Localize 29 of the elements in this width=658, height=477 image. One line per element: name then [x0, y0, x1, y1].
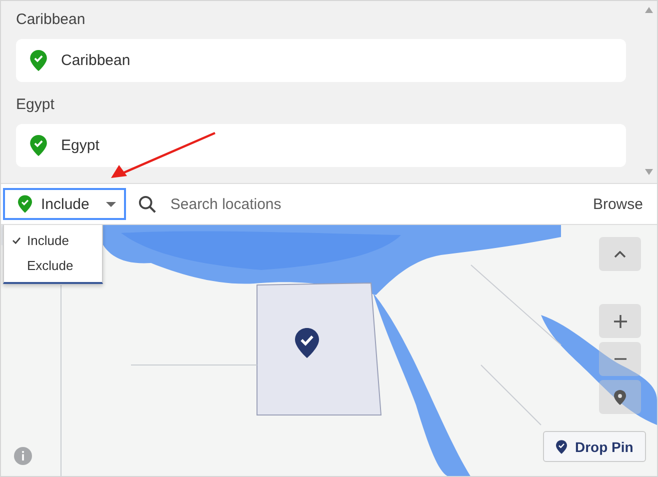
location-pin-icon [30, 50, 47, 71]
menu-item[interactable]: Exclude [4, 253, 102, 278]
browse-link[interactable]: Browse [592, 196, 643, 212]
location-pin-icon [614, 390, 626, 404]
plus-icon [614, 314, 626, 328]
locate-button[interactable] [599, 380, 641, 414]
scroll-up-icon[interactable] [645, 7, 653, 13]
drop-pin-button[interactable]: Drop Pin [543, 431, 646, 462]
map-marker-icon [295, 328, 319, 358]
mode-dropdown[interactable]: Include [3, 188, 126, 220]
scroll-down-icon[interactable] [645, 169, 653, 175]
group-heading: Caribbean [16, 11, 86, 28]
pin-check-icon [556, 440, 567, 454]
menu-item[interactable]: Include [4, 228, 102, 253]
search-field[interactable]: Search locations [168, 194, 593, 214]
info-icon[interactable] [14, 447, 32, 465]
minus-icon [614, 358, 626, 360]
location-pin-icon [18, 195, 32, 213]
zoom-in-button[interactable] [599, 304, 641, 338]
search-icon [138, 194, 158, 214]
chevron-up-icon [614, 250, 626, 258]
location-name: Egypt [61, 137, 100, 154]
group-heading: Egypt [16, 96, 56, 113]
location-name: Caribbean [61, 52, 130, 69]
location-item[interactable]: Egypt [16, 124, 626, 167]
collapse-button[interactable] [599, 237, 641, 271]
location-pin-icon [30, 135, 47, 156]
caret-icon [106, 202, 116, 206]
location-item[interactable]: Caribbean [16, 39, 626, 82]
